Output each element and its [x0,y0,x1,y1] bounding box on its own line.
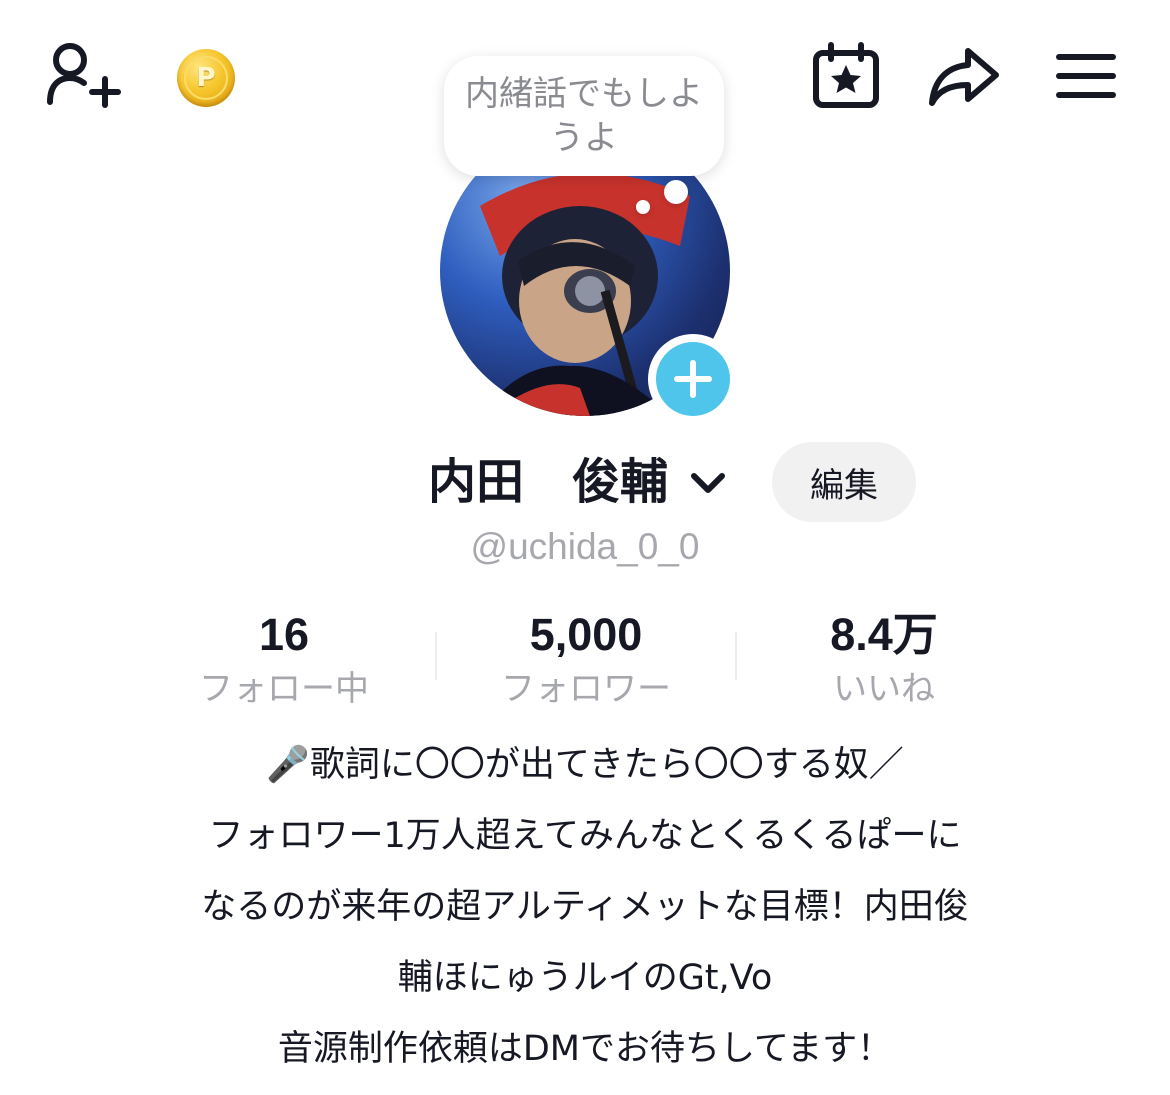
stat-divider [735,632,737,680]
coin-letter: P [184,56,228,100]
chevron-down-icon[interactable] [688,468,728,498]
thought-bubble-dot [636,200,650,214]
stat-divider [435,632,437,680]
edit-profile-button[interactable]: 編集 [772,442,916,522]
likes-count: 8.4万 [830,609,938,660]
bio-line: フォロワー1万人超えてみんなとくるくるぱーに [208,816,962,856]
calendar-star-icon[interactable] [808,38,884,114]
username: @uchida_0_0 [470,526,700,567]
display-name: 内田 俊輔 [428,454,669,510]
plus-icon [674,360,712,398]
following-count: 16 [258,609,310,660]
add-friend-icon[interactable] [44,40,124,112]
hamburger-menu-icon[interactable] [1052,48,1120,104]
thought-bubble-dot [664,180,688,204]
bio-line: 🎤歌詞に〇〇が出てきたら〇〇する奴／ [266,745,904,785]
add-story-button[interactable] [648,334,738,424]
thought-bubble[interactable]: 内緒話でもしようよ [444,56,724,176]
stat-likes[interactable]: 8.4万 いいね [754,604,1014,712]
thought-bubble-text: 内緒話でもしようよ [465,74,703,158]
stat-followers[interactable]: 5,000 フォロワー [456,604,716,712]
bio-line: 音源制作依頼はDMでお待ちしてます！ [277,1029,893,1069]
stat-following[interactable]: 16 フォロー中 [154,604,414,712]
profile-page: P 内緒話でもしようよ 内田 俊輔 編集 @uchida_0_0 16 フォロー… [0,0,1170,1095]
followers-count: 5,000 [529,609,643,660]
following-label: フォロー中 [199,669,369,709]
bio-line: 輔ほにゅうルイのGt,Vo [397,958,773,998]
followers-label: フォロワー [501,669,671,709]
coin-icon[interactable]: P [174,46,238,110]
likes-label: いいね [833,669,935,709]
bio[interactable]: 🎤歌詞に〇〇が出てきたら〇〇する奴／ フォロワー1万人超えてみんなとくるくるぱー… [80,730,1090,1085]
bio-line: なるのが来年の超アルティメットな目標！内田俊 [201,887,969,927]
share-arrow-icon[interactable] [924,42,1004,112]
